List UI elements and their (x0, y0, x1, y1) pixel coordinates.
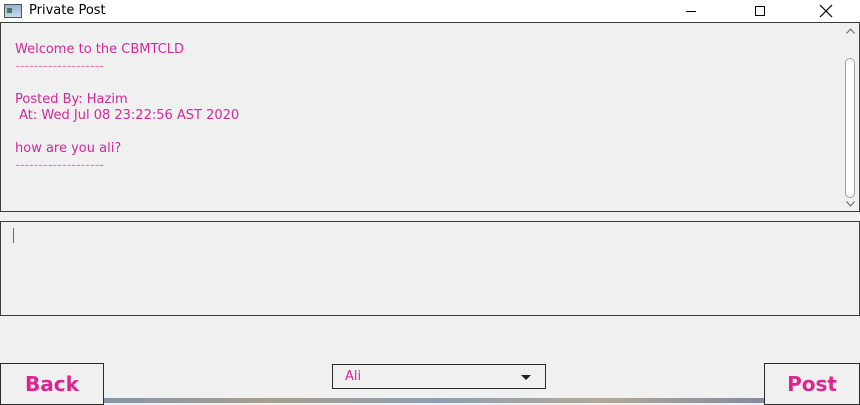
desktop-background-strip (104, 398, 764, 403)
title-bar: Private Post (0, 0, 860, 23)
recipient-select-value: Ali (345, 369, 362, 384)
scroll-up-icon[interactable] (846, 26, 855, 35)
posts-display[interactable]: At: Fri Jun 26 12:32:30 AST 2020Welcome … (0, 22, 860, 212)
back-button[interactable]: Back (0, 363, 104, 405)
post-line: At: Wed Jul 08 23:22:56 AST 2020 (15, 108, 240, 123)
separator-line: ------------------- (15, 58, 105, 74)
close-icon (819, 4, 833, 18)
message-input[interactable] (0, 221, 860, 316)
scroll-down-icon[interactable] (846, 199, 855, 208)
text-caret (13, 228, 14, 243)
app-window-icon (4, 4, 22, 18)
post-line: how are you ali? (15, 141, 122, 156)
posts-content: At: Fri Jun 26 12:32:30 AST 2020Welcome … (15, 23, 837, 174)
post-line: Posted By: Hazim (15, 91, 128, 107)
minimize-icon (686, 10, 696, 12)
maximize-icon (755, 6, 765, 16)
separator-line: ------------------- (15, 157, 105, 173)
chevron-down-icon (521, 375, 531, 380)
minimize-button[interactable] (668, 0, 714, 22)
post-button[interactable]: Post (764, 363, 860, 405)
window-title: Private Post (29, 3, 106, 18)
recipient-select[interactable]: Ali (332, 364, 546, 389)
post-line: Welcome to the CBMTCLD (15, 42, 184, 57)
posts-scrollbar[interactable] (842, 23, 859, 211)
scrollbar-thumb[interactable] (845, 58, 855, 198)
maximize-button[interactable] (737, 0, 783, 22)
close-button[interactable] (803, 0, 849, 22)
